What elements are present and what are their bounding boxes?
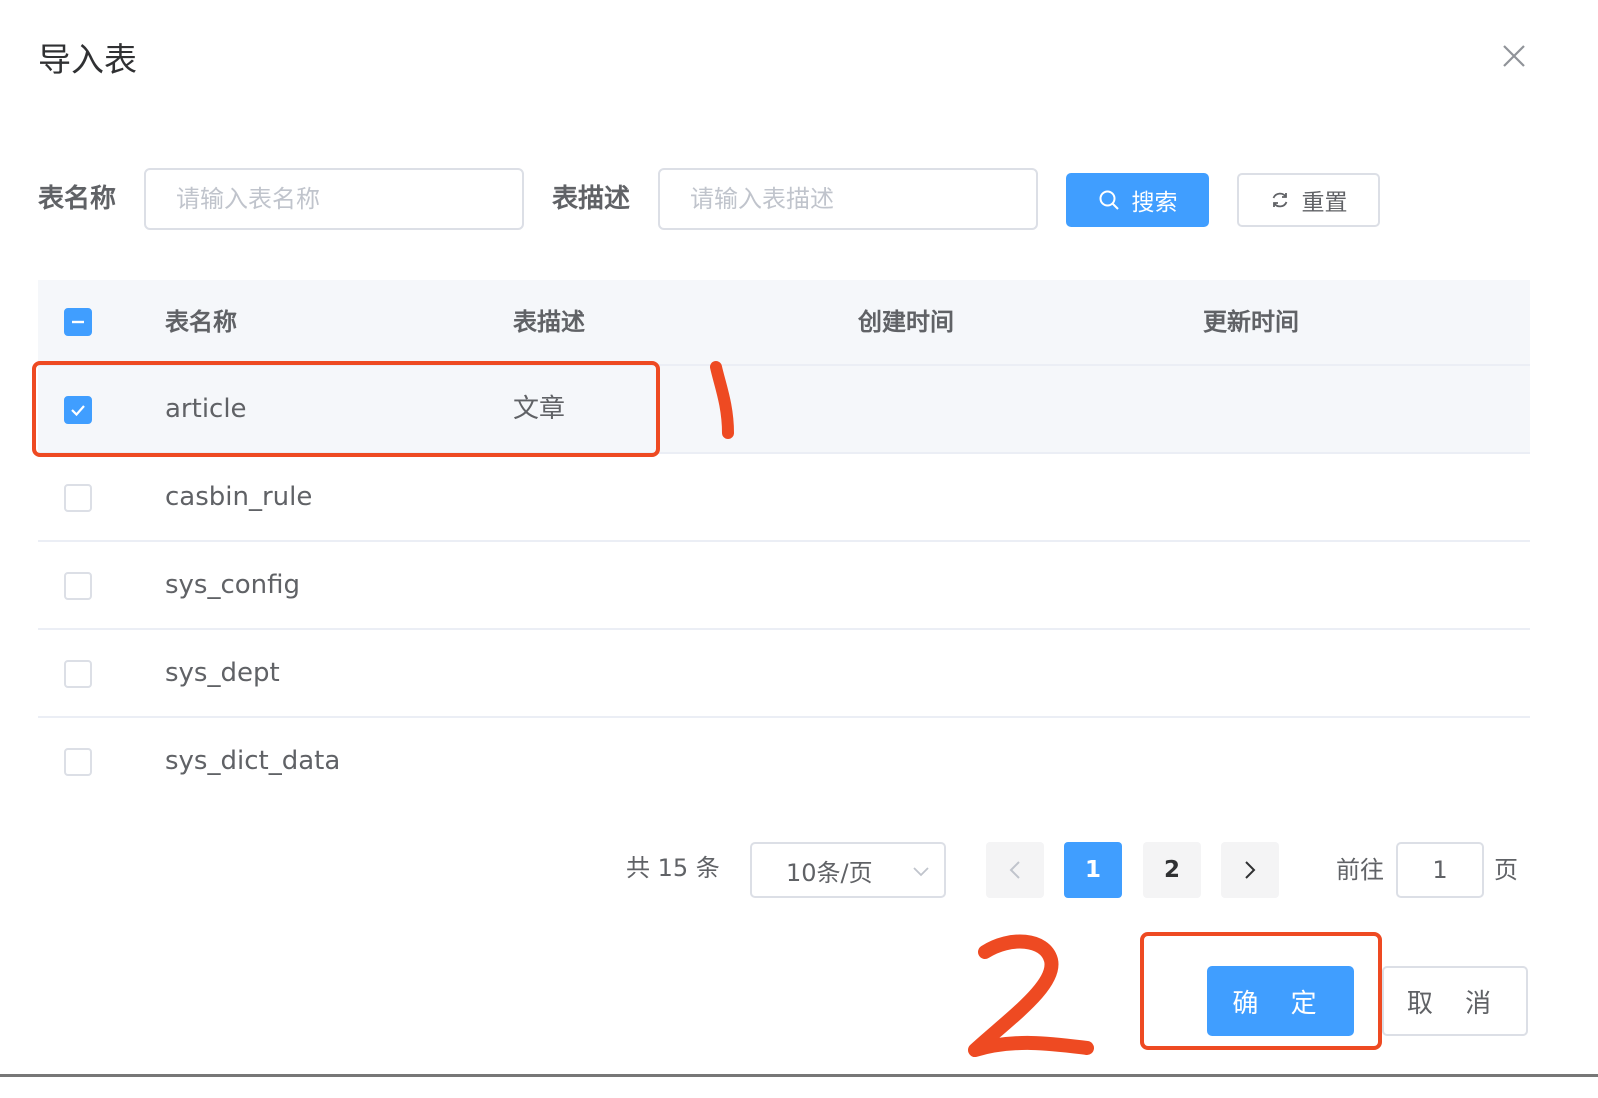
pagination-total: 共 15 条 <box>626 854 720 882</box>
row-table-name: sys_dept <box>165 658 280 688</box>
goto-label: 前往 <box>1336 856 1384 884</box>
row-table-name: casbin_rule <box>165 482 313 512</box>
row-checkbox[interactable] <box>64 572 92 600</box>
table-row[interactable]: sys_dept <box>38 630 1530 718</box>
table-desc-input[interactable] <box>658 168 1038 230</box>
table-desc-label: 表描述 <box>552 184 631 214</box>
table-row[interactable]: sys_dict_data <box>38 718 1530 790</box>
reset-button[interactable]: 重置 <box>1237 173 1380 227</box>
tables-table: 表名称 表描述 创建时间 更新时间 article 文章 casbin_rule… <box>38 280 1530 790</box>
search-button[interactable]: 搜索 <box>1066 173 1209 227</box>
row-checkbox[interactable] <box>64 484 92 512</box>
chevron-left-icon <box>1009 861 1020 879</box>
chevron-down-icon <box>913 867 929 877</box>
chevron-right-icon <box>1245 861 1256 879</box>
search-button-label: 搜索 <box>1131 190 1178 216</box>
annotation-number-2 <box>968 934 1094 1057</box>
search-icon <box>1099 190 1119 210</box>
page-button-2[interactable]: 2 <box>1143 842 1201 898</box>
page-suffix: 页 <box>1494 856 1518 884</box>
annotation-number-1 <box>710 361 734 439</box>
refresh-icon <box>1272 192 1287 208</box>
dialog-title: 导入表 <box>38 40 137 79</box>
prev-page-button[interactable] <box>986 842 1044 898</box>
cancel-button-label: 取 消 <box>1406 988 1504 1019</box>
row-table-name: sys_dict_data <box>165 746 341 776</box>
table-row[interactable]: sys_config <box>38 542 1530 630</box>
column-header-desc[interactable]: 表描述 <box>513 280 585 364</box>
row-table-name: sys_config <box>165 570 301 600</box>
column-header-name[interactable]: 表名称 <box>165 280 237 364</box>
cancel-button[interactable]: 取 消 <box>1382 966 1528 1036</box>
table-row[interactable]: casbin_rule <box>38 454 1530 542</box>
close-icon[interactable] <box>1498 40 1530 72</box>
reset-button-label: 重置 <box>1301 190 1348 216</box>
goto-page-input[interactable] <box>1396 842 1484 898</box>
page-size-value: 10条/页 <box>786 858 873 887</box>
select-all-checkbox[interactable] <box>64 308 92 336</box>
next-page-button[interactable] <box>1221 842 1279 898</box>
table-header: 表名称 表描述 创建时间 更新时间 <box>38 280 1530 366</box>
page-button-1[interactable]: 1 <box>1064 842 1122 898</box>
table-name-input[interactable] <box>144 168 524 230</box>
column-header-updated[interactable]: 更新时间 <box>1203 280 1299 364</box>
window-bottom-edge <box>0 1074 1598 1077</box>
annotation-box-confirm <box>1140 932 1382 1050</box>
row-checkbox[interactable] <box>64 660 92 688</box>
column-header-created[interactable]: 创建时间 <box>858 280 954 364</box>
row-checkbox[interactable] <box>64 748 92 776</box>
page-size-select[interactable]: 10条/页 <box>750 842 946 898</box>
annotation-box-row <box>32 361 660 457</box>
table-name-label: 表名称 <box>38 184 117 214</box>
